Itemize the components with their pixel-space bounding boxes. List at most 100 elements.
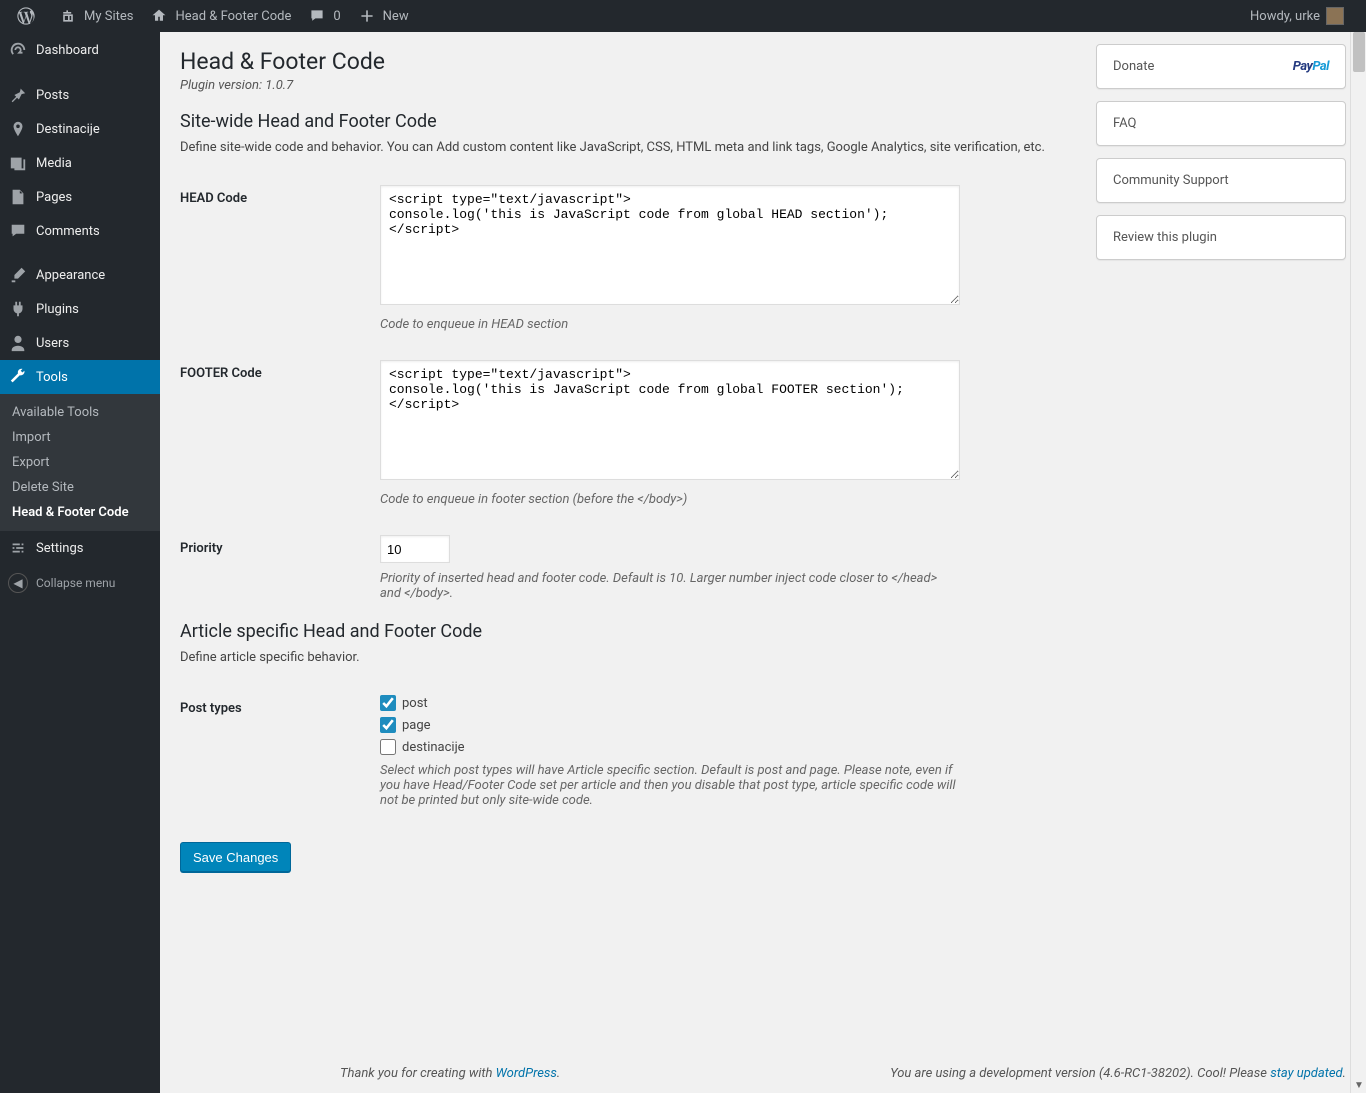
submenu-import[interactable]: Import	[0, 425, 160, 450]
menu-users[interactable]: Users	[0, 326, 160, 360]
card-support-label: Community Support	[1113, 173, 1229, 188]
site-home-link[interactable]: Head & Footer Code	[141, 0, 299, 32]
priority-input[interactable]	[380, 535, 450, 563]
comments-icon	[8, 221, 28, 241]
wp-logo[interactable]	[8, 0, 50, 32]
head-code-label: HEAD Code	[180, 185, 380, 332]
submenu-export[interactable]: Export	[0, 450, 160, 475]
menu-label: Plugins	[36, 302, 79, 317]
new-content-link[interactable]: New	[349, 0, 417, 32]
menu-destinacije[interactable]: Destinacije	[0, 112, 160, 146]
card-donate[interactable]: Donate PayPal	[1096, 44, 1346, 89]
menu-comments[interactable]: Comments	[0, 214, 160, 248]
admin-sidebar: Dashboard Posts Destinacije Media Pages	[0, 32, 160, 1093]
menu-plugins[interactable]: Plugins	[0, 292, 160, 326]
media-icon	[8, 153, 28, 173]
paypal-icon: PayPal	[1293, 59, 1329, 74]
comments-bubble-link[interactable]: 0	[299, 0, 348, 32]
location-icon	[8, 119, 28, 139]
my-account-link[interactable]: Howdy, urke	[1242, 0, 1352, 32]
footer-code-help: Code to enqueue in footer section (befor…	[380, 492, 960, 507]
howdy-label: Howdy, urke	[1250, 9, 1320, 24]
settings-icon	[8, 538, 28, 558]
home-icon	[149, 6, 169, 26]
checkbox-destinacije[interactable]	[380, 739, 396, 755]
collapse-icon: ◀	[8, 573, 28, 593]
pin-icon	[8, 85, 28, 105]
plus-icon	[357, 6, 377, 26]
footer-dev-text: You are using a development version (4.6…	[890, 1066, 1270, 1081]
checkbox-post[interactable]	[380, 695, 396, 711]
head-code-textarea[interactable]	[380, 185, 960, 305]
stay-updated-link[interactable]: stay updated	[1270, 1066, 1342, 1081]
collapse-label: Collapse menu	[36, 576, 115, 590]
menu-dashboard[interactable]: Dashboard	[0, 32, 160, 68]
save-button[interactable]: Save Changes	[180, 842, 291, 872]
menu-label: Dashboard	[36, 43, 99, 58]
section-article-title: Article specific Head and Footer Code	[180, 621, 1076, 642]
menu-label: Destinacije	[36, 122, 100, 137]
footer-thanks: Thank you for creating with	[340, 1066, 496, 1081]
menu-label: Pages	[36, 190, 72, 205]
card-support[interactable]: Community Support	[1096, 158, 1346, 203]
scrollbar[interactable]: ▲ ▼	[1350, 32, 1366, 1093]
collapse-menu[interactable]: ◀ Collapse menu	[0, 565, 160, 601]
menu-settings[interactable]: Settings	[0, 531, 160, 565]
footer: Thank you for creating with WordPress. Y…	[340, 1050, 1346, 1093]
menu-label: Users	[36, 336, 69, 351]
checkbox-page[interactable]	[380, 717, 396, 733]
plug-icon	[8, 299, 28, 319]
card-donate-label: Donate	[1113, 59, 1154, 74]
dashboard-icon	[8, 40, 28, 60]
wordpress-icon	[16, 6, 36, 26]
avatar	[1326, 7, 1344, 25]
menu-label: Posts	[36, 88, 69, 103]
checkbox-destinacije-label: destinacije	[402, 740, 465, 755]
menu-label: Appearance	[36, 268, 105, 283]
footer-code-textarea[interactable]	[380, 360, 960, 480]
comment-icon	[307, 6, 327, 26]
card-review-label: Review this plugin	[1113, 230, 1217, 245]
card-faq-label: FAQ	[1113, 116, 1136, 131]
menu-posts[interactable]: Posts	[0, 78, 160, 112]
user-icon	[8, 333, 28, 353]
section-sitewide-desc: Define site-wide code and behavior. You …	[180, 140, 1076, 155]
page-title: Head & Footer Code	[180, 48, 1076, 75]
submenu-head-footer-code[interactable]: Head & Footer Code	[0, 500, 160, 525]
submenu-delete-site[interactable]: Delete Site	[0, 475, 160, 500]
menu-label: Settings	[36, 541, 83, 556]
checkbox-page-label: page	[402, 718, 431, 733]
head-code-help: Code to enqueue in HEAD section	[380, 317, 960, 332]
priority-help: Priority of inserted head and footer cod…	[380, 571, 960, 601]
scrollbar-thumb[interactable]	[1353, 32, 1365, 72]
comments-count-label: 0	[333, 9, 340, 24]
my-sites-link[interactable]: My Sites	[50, 0, 141, 32]
network-icon	[58, 6, 78, 26]
page-icon	[8, 187, 28, 207]
site-name-label: Head & Footer Code	[175, 9, 291, 24]
my-sites-label: My Sites	[84, 9, 133, 24]
content-area: Head & Footer Code Plugin version: 1.0.7…	[160, 32, 1366, 1093]
wordpress-link[interactable]: WordPress	[496, 1066, 557, 1081]
menu-tools[interactable]: Tools	[0, 360, 160, 394]
checkbox-post-label: post	[402, 696, 428, 711]
menu-appearance[interactable]: Appearance	[0, 258, 160, 292]
menu-media[interactable]: Media	[0, 146, 160, 180]
priority-label: Priority	[180, 535, 380, 601]
scroll-down-icon[interactable]: ▼	[1351, 1077, 1366, 1093]
post-types-label: Post types	[180, 695, 380, 808]
menu-label: Media	[36, 156, 72, 171]
section-article-desc: Define article specific behavior.	[180, 650, 1076, 665]
section-sitewide-title: Site-wide Head and Footer Code	[180, 111, 1076, 132]
new-label: New	[383, 9, 409, 24]
submenu-available-tools[interactable]: Available Tools	[0, 400, 160, 425]
card-review[interactable]: Review this plugin	[1096, 215, 1346, 260]
card-faq[interactable]: FAQ	[1096, 101, 1346, 146]
menu-label: Tools	[36, 370, 68, 385]
admin-bar: My Sites Head & Footer Code 0 New	[0, 0, 1366, 32]
submenu-tools: Available Tools Import Export Delete Sit…	[0, 394, 160, 531]
menu-pages[interactable]: Pages	[0, 180, 160, 214]
wrench-icon	[8, 367, 28, 387]
plugin-version: Plugin version: 1.0.7	[180, 78, 1076, 93]
brush-icon	[8, 265, 28, 285]
